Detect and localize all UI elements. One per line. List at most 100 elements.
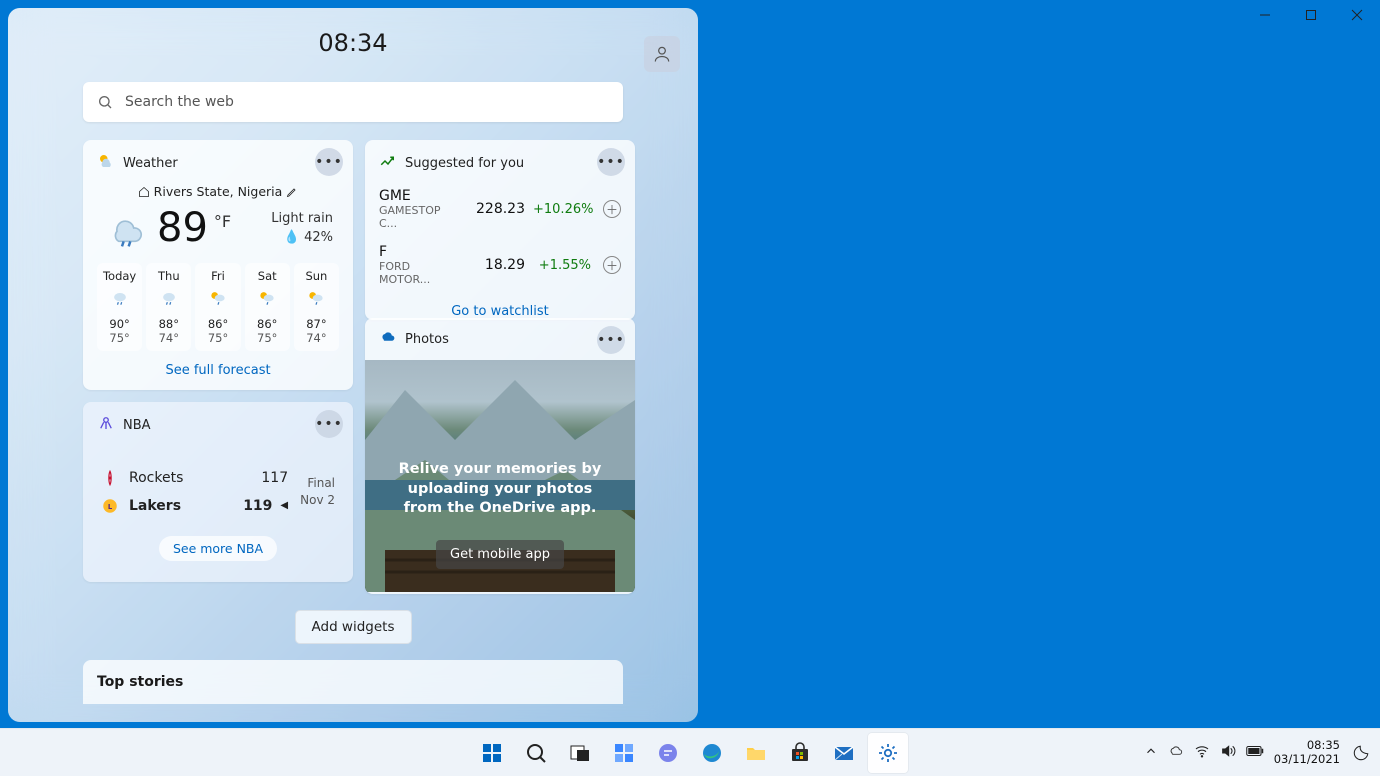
weather-current: 89 °F Light rain 💧 42% [97,205,339,251]
forecast-day[interactable]: Fri 86° 75° [195,263,240,351]
rain-cloud-icon [107,208,147,248]
forecast-day[interactable]: Sun 87° 74° [294,263,339,351]
photos-title: Photos [405,332,449,347]
widgets-panel: 08:34 Weather ••• [8,8,698,722]
stock-symbol: GME [379,188,461,204]
weather-precip: 💧 42% [271,228,333,248]
account-button[interactable] [644,36,680,72]
add-stock-button[interactable]: ＋ [603,200,621,218]
edge-button[interactable] [692,733,732,773]
close-button[interactable] [1334,0,1380,30]
weather-forecast-link[interactable]: See full forecast [97,363,339,378]
maximize-button[interactable] [1288,0,1334,30]
chat-button[interactable] [648,733,688,773]
system-tray: 08:35 03/11/2021 [1144,739,1372,767]
stock-name: GAMESTOP C... [379,204,461,230]
photos-widget[interactable]: Photos ••• Relive your memories by upl [365,318,635,594]
team-row: L Lakers 119 ◀ [101,492,288,520]
stock-row[interactable]: F FORD MOTOR... 18.29 +1.55% ＋ [379,244,621,286]
widgets-button[interactable] [604,733,644,773]
tray-overflow-button[interactable] [1144,744,1158,762]
forecast-day[interactable]: Thu 88° 74° [146,263,191,351]
team-score: 119 [238,492,272,520]
taskbar-search-button[interactable] [516,733,556,773]
weather-unit: °F [214,212,231,231]
lakers-logo-icon: L [101,497,119,515]
game-status: Final [300,475,335,492]
game-date: Nov 2 [300,492,335,509]
rockets-logo-icon [101,469,119,487]
weather-location[interactable]: Rivers State, Nigeria [97,184,339,199]
forecast-day[interactable]: Today 90° 75° [97,263,142,351]
stock-change: +1.55% [533,258,591,273]
onedrive-tray-icon[interactable] [1168,743,1184,763]
taskbar-center [472,733,908,773]
stock-name: FORD MOTOR... [379,260,461,286]
stock-price: 18.29 [469,257,525,273]
stock-change: +10.26% [533,202,591,217]
nba-title: NBA [123,418,151,433]
photos-hero-text: Relive your memories by uploading your p… [365,460,635,519]
store-button[interactable] [780,733,820,773]
start-button[interactable] [472,733,512,773]
settings-button[interactable] [868,733,908,773]
window-controls [1242,0,1380,30]
weather-title: Weather [123,156,178,171]
wifi-icon[interactable] [1194,743,1210,763]
edit-icon[interactable] [286,186,298,198]
search-icon [97,94,113,110]
stocks-title: Suggested for you [405,156,524,171]
partly-sunny-rain-icon [195,287,240,309]
rain-icon [97,287,142,309]
onedrive-icon [379,328,397,350]
top-stories-header[interactable]: Top stories [83,660,623,704]
winner-caret-icon: ◀ [280,492,288,520]
stocks-more-button[interactable]: ••• [597,148,625,176]
weather-temperature: 89 [157,205,208,251]
widgets-clock: 08:34 [318,29,387,57]
add-widgets-button[interactable]: Add widgets [295,610,412,644]
nba-icon [97,414,115,436]
partly-sunny-rain-icon [294,287,339,309]
search-input[interactable] [125,94,609,110]
volume-icon[interactable] [1220,743,1236,763]
partly-sunny-rain-icon [245,287,290,309]
file-explorer-button[interactable] [736,733,776,773]
nba-more-link[interactable]: See more NBA [159,536,277,561]
nba-more-button[interactable]: ••• [315,410,343,438]
watchlist-link[interactable]: Go to watchlist [379,304,621,319]
battery-icon[interactable] [1246,745,1264,761]
stocks-icon [379,152,397,174]
taskbar-clock[interactable]: 08:35 03/11/2021 [1274,739,1340,767]
svg-text:L: L [108,503,113,511]
nba-game[interactable]: Rockets 117 L Lakers 119 ◀ Final [97,464,339,520]
task-view-button[interactable] [560,733,600,773]
person-icon [652,44,672,64]
weather-forecast-row: Today 90° 75° Thu 88° 74° Fri [97,263,339,351]
weather-icon [97,152,115,174]
get-mobile-app-button[interactable]: Get mobile app [436,540,564,569]
minimize-button[interactable] [1242,0,1288,30]
stock-price: 228.23 [469,201,525,217]
team-name: Rockets [129,464,183,492]
widgets-header: 08:34 [8,8,698,78]
stock-symbol: F [379,244,461,260]
stock-row[interactable]: GME GAMESTOP C... 228.23 +10.26% ＋ [379,188,621,230]
team-score: 117 [254,464,288,492]
photos-more-button[interactable]: ••• [597,326,625,354]
weather-more-button[interactable]: ••• [315,148,343,176]
add-stock-button[interactable]: ＋ [603,256,621,274]
stocks-widget[interactable]: Suggested for you ••• GME GAMESTOP C... … [365,140,635,320]
team-name: Lakers [129,492,181,520]
weather-condition: Light rain [271,209,333,229]
weather-widget[interactable]: Weather ••• Rivers State, Nigeria 89 [83,140,353,390]
mail-button[interactable] [824,733,864,773]
nba-widget[interactable]: NBA ••• Rockets 117 L Lakers [83,402,353,582]
taskbar: 08:35 03/11/2021 [0,728,1380,776]
team-row: Rockets 117 [101,464,288,492]
rain-icon [146,287,191,309]
forecast-day[interactable]: Sat 86° 75° [245,263,290,351]
search-bar[interactable] [83,82,623,122]
photos-hero: Relive your memories by uploading your p… [365,360,635,592]
notifications-button[interactable] [1350,742,1372,764]
